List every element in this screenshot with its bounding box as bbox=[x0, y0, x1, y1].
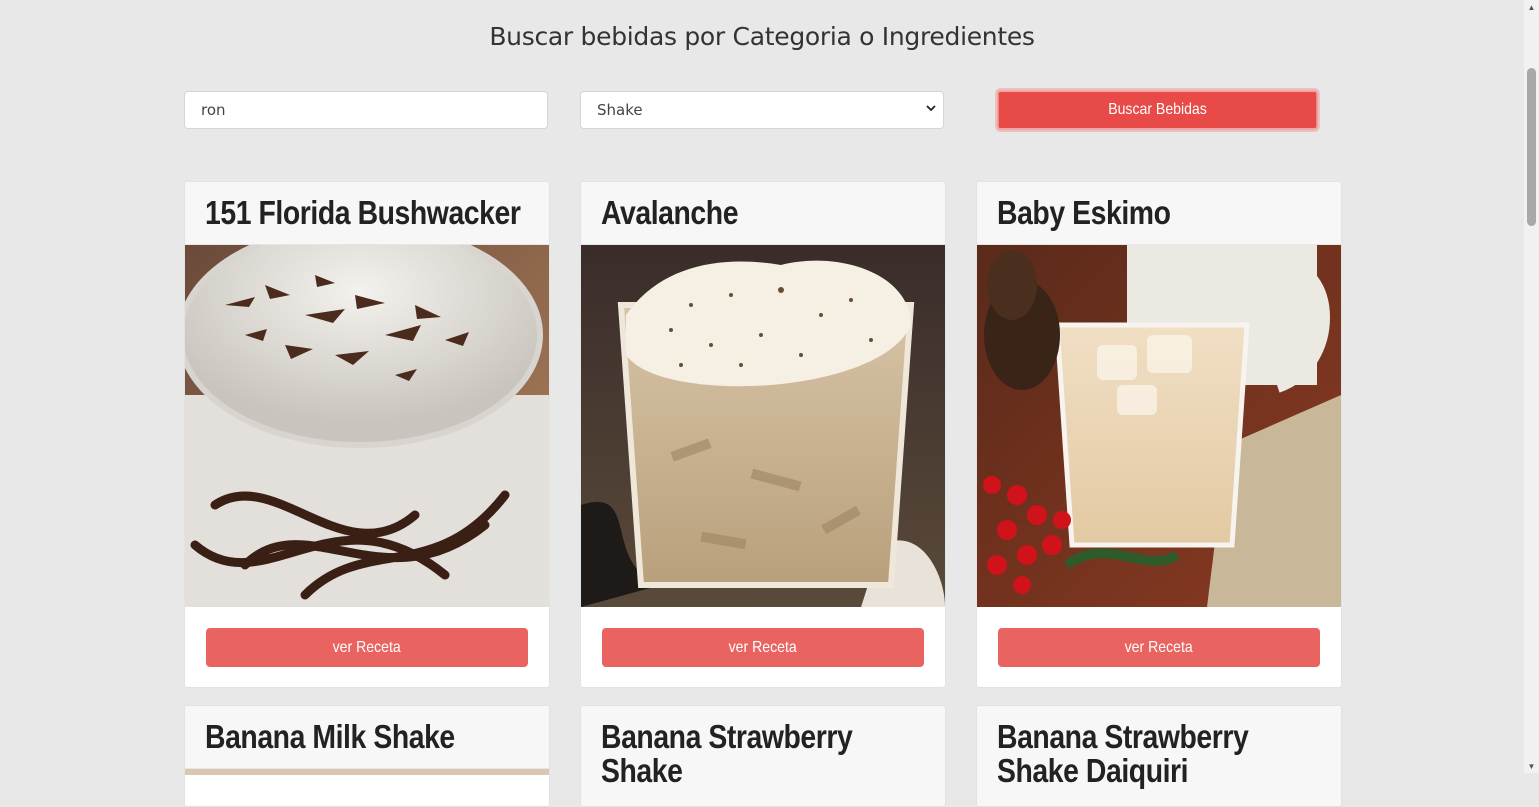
drink-image bbox=[977, 245, 1341, 607]
card-header: Banana Strawberry Shake bbox=[581, 706, 945, 806]
ingredient-search-value: ron bbox=[201, 101, 226, 119]
drink-card: Banana Strawberry Shake Daiquiri bbox=[976, 705, 1342, 807]
drink-image bbox=[185, 245, 549, 607]
card-header: Banana Milk Shake bbox=[185, 706, 549, 769]
view-recipe-button[interactable]: ver Receta bbox=[998, 628, 1320, 667]
card-header: Banana Strawberry Shake Daiquiri bbox=[977, 706, 1341, 806]
view-recipe-label: ver Receta bbox=[728, 638, 798, 656]
drink-card: 151 Florida Bushwacker ver Receta bbox=[184, 181, 550, 688]
card-header: Baby Eskimo bbox=[977, 182, 1341, 245]
ingredient-search-input[interactable]: ron bbox=[184, 91, 548, 129]
drink-title: Banana Milk Shake bbox=[205, 718, 455, 755]
view-recipe-button[interactable]: ver Receta bbox=[206, 628, 528, 667]
chevron-down-icon bbox=[925, 102, 937, 118]
drink-title: Banana Strawberry Shake bbox=[601, 718, 853, 789]
drink-title: 151 Florida Bushwacker bbox=[205, 194, 521, 231]
drink-card: Banana Milk Shake bbox=[184, 705, 550, 807]
card-header: 151 Florida Bushwacker bbox=[185, 182, 549, 245]
drink-title: Baby Eskimo bbox=[997, 194, 1171, 231]
drink-image bbox=[581, 245, 945, 607]
view-recipe-label: ver Receta bbox=[332, 638, 402, 656]
page-scrollbar[interactable]: ▲ ▼ bbox=[1524, 0, 1539, 773]
card-header: Avalanche bbox=[581, 182, 945, 245]
drink-title: Avalanche bbox=[601, 194, 739, 231]
drink-card: Avalanche ver Receta bbox=[580, 181, 946, 688]
drink-title: Banana Strawberry Shake Daiquiri bbox=[997, 718, 1249, 789]
scroll-up-arrow-icon[interactable]: ▲ bbox=[1524, 0, 1539, 14]
scroll-down-arrow-icon[interactable]: ▼ bbox=[1524, 759, 1539, 773]
view-recipe-label: ver Receta bbox=[1124, 638, 1194, 656]
search-drinks-button[interactable]: Buscar Bebidas bbox=[996, 90, 1319, 130]
drink-image bbox=[185, 769, 549, 775]
scrollbar-thumb[interactable] bbox=[1527, 68, 1536, 226]
category-select[interactable]: Shake bbox=[580, 91, 944, 129]
drink-card: Baby Eskimo ver Receta bbox=[976, 181, 1342, 688]
drink-card: Banana Strawberry Shake bbox=[580, 705, 946, 807]
page-title: Buscar bebidas por Categoria o Ingredien… bbox=[489, 22, 1035, 51]
view-recipe-button[interactable]: ver Receta bbox=[602, 628, 924, 667]
category-selected-value: Shake bbox=[597, 101, 643, 119]
